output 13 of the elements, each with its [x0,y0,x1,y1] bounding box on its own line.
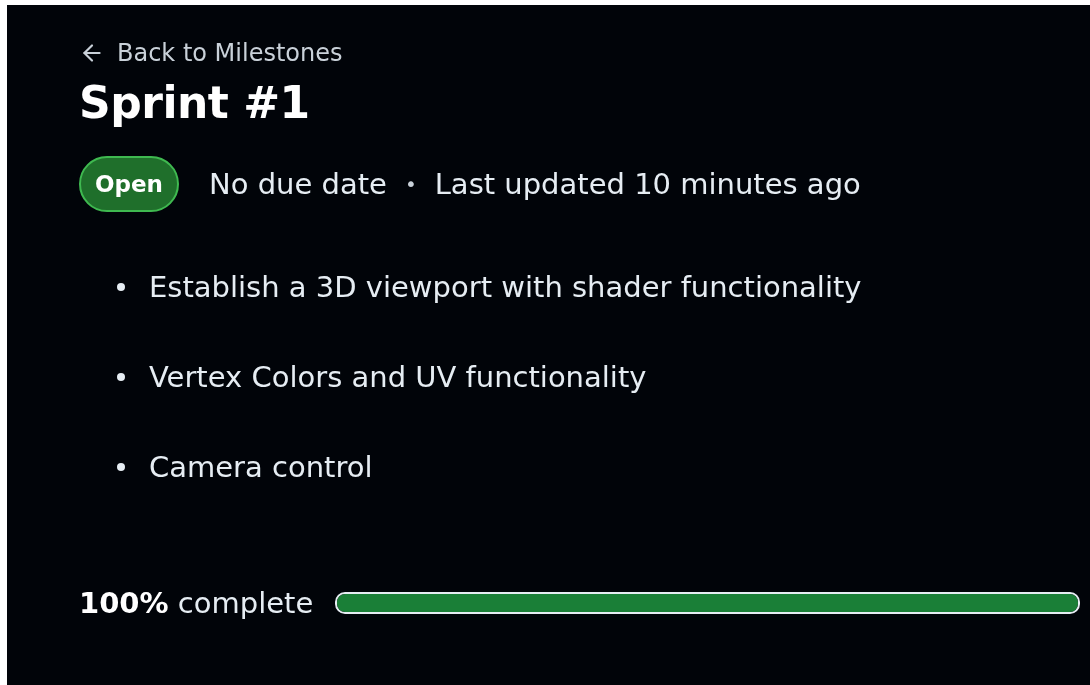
bullet-icon [117,283,125,291]
goal-text: Establish a 3D viewport with shader functionality [149,270,862,304]
last-updated: Last updated 10 minutes ago [434,167,861,201]
status-badge: Open [79,156,179,212]
bullet-icon [117,373,125,381]
due-date: No due date [209,167,387,201]
separator: • [404,172,417,196]
progress-label: 100% complete [79,586,314,620]
goal-text: Vertex Colors and UV functionality [149,360,647,394]
back-link[interactable]: Back to Milestones [79,39,343,67]
bullet-icon [117,463,125,471]
milestone-title: Sprint #1 [79,77,310,128]
goal-text: Camera control [149,450,373,484]
